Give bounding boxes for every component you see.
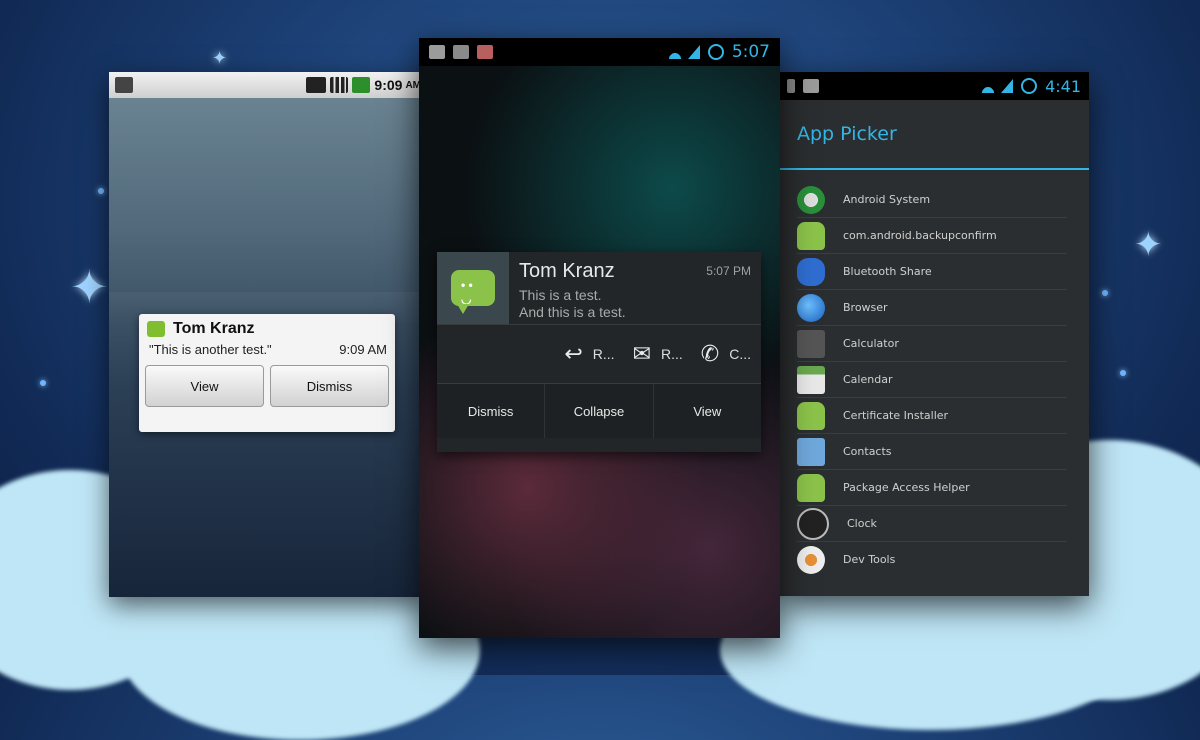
picture-notification-icon [803,79,819,93]
app-name: Certificate Installer [843,409,949,422]
list-item-bluetooth-share[interactable]: Bluetooth Share [797,254,1067,290]
contacts-icon [797,437,825,466]
list-item-package-access-helper[interactable]: Package Access Helper [797,470,1067,506]
phone-icon: ✆ [700,341,720,366]
message-notification-icon [453,45,469,59]
smiley-message-icon: • • ◡ [451,270,495,314]
jellybean-phone-screen: 5:07 • • ◡ Tom Kranz 5:07 PM This is a te… [419,38,780,638]
open-envelope-icon: ✉ [632,341,651,366]
app-name: Contacts [843,445,892,458]
action-label: R... [661,346,683,362]
bluetooth-icon [797,257,825,286]
app-list: Android System com.android.backupconfirm… [779,170,1089,596]
globe-icon [797,293,825,322]
status-time: 4:41 [1045,76,1081,96]
app-name: Dev Tools [843,553,896,566]
message-notification-icon [477,45,493,59]
calculator-icon [797,329,825,358]
popup-sender: Tom Kranz [173,320,255,337]
read-action[interactable]: ✉ R... [633,341,683,367]
sms-popup: Tom Kranz "This is another test." 9:09 A… [139,314,395,432]
reply-icon: ↩ [564,341,583,366]
app-name: Package Access Helper [843,481,970,494]
signal-bars-icon [330,77,349,93]
sparkle-icon: ✦ [70,260,109,314]
android-droid-icon [797,401,825,430]
dismiss-button[interactable]: Dismiss [270,365,389,407]
list-item-dev-tools[interactable]: Dev Tools [797,542,1067,577]
list-item-calendar[interactable]: Calendar [797,362,1067,398]
battery-icon [352,77,371,93]
action-label: R... [592,346,615,362]
app-name: Browser [843,301,888,314]
sparkle-icon: ✦ [1134,225,1163,265]
notification-actions: ↩ R... ✉ R... ✆ C... [437,324,761,383]
sync-icon [707,44,724,60]
calendar-icon [797,365,825,394]
app-picker-phone-screen: 4:41 App Picker Android System com.andro… [779,72,1089,596]
action-label: C... [729,346,751,362]
dismiss-button[interactable]: Dismiss [437,384,546,438]
sparkle-icon: ✦ [212,48,228,69]
app-name: Calculator [843,337,899,350]
list-item-certificate-installer[interactable]: Certificate Installer [797,398,1067,434]
app-name: com.android.backupconfirm [843,229,997,242]
popup-message: "This is another test." [149,342,272,357]
android-droid-icon [797,221,825,250]
gear-icon [797,545,825,574]
app-name: Clock [847,517,877,530]
list-item-contacts[interactable]: Contacts [797,434,1067,470]
wifi-icon [979,79,998,93]
wifi-icon [665,45,684,59]
star-dot [1120,370,1126,376]
list-item-backupconfirm[interactable]: com.android.backupconfirm [797,218,1067,254]
notification-time: 5:07 PM [706,264,751,278]
clock-icon [797,507,829,540]
dialog-title: App Picker [779,100,1089,170]
message-bubble-icon [147,321,165,337]
notification-icon-box: • • ◡ [437,252,509,324]
reply-action[interactable]: ↩ R... [564,341,614,367]
status-bar: 5:07 [419,38,780,66]
star-dot [40,380,46,386]
app-name: Calendar [843,373,893,386]
call-action[interactable]: ✆ C... [701,341,751,367]
status-bar: 4:41 [779,72,1089,100]
view-button[interactable]: View [145,365,264,407]
signal-icon [687,45,700,59]
android-system-icon [797,185,825,214]
3g-icon [306,77,327,93]
notification-sender: Tom Kranz [519,260,615,282]
app-name: Android System [843,193,931,206]
list-item-clock[interactable]: Clock [797,506,1067,542]
collapse-button[interactable]: Collapse [545,384,654,438]
android-droid-icon [797,473,825,502]
star-dot [98,188,104,194]
list-item-android-system[interactable]: Android System [797,182,1067,218]
status-bar: 9:09 AM [109,72,427,98]
popup-time: 9:09 AM [339,342,387,357]
status-time: 9:09 [374,77,403,93]
notification-line-2: And this is a test. [519,304,626,320]
notification-icon [787,79,795,93]
list-item-calculator[interactable]: Calculator [797,326,1067,362]
signal-icon [1001,79,1014,93]
expanded-notification[interactable]: • • ◡ Tom Kranz 5:07 PM This is a test. A… [437,252,761,452]
picture-notification-icon [429,45,445,59]
app-name: Bluetooth Share [843,265,932,278]
message-notification-icon [115,77,133,93]
star-dot [1102,290,1108,296]
gingerbread-phone-screen: 9:09 AM Tom Kranz "This is another test.… [109,72,427,597]
view-button[interactable]: View [654,384,761,438]
notification-line-1: This is a test. [519,287,602,303]
status-time: 5:07 [731,42,770,62]
sync-icon [1021,78,1038,94]
list-item-browser[interactable]: Browser [797,290,1067,326]
